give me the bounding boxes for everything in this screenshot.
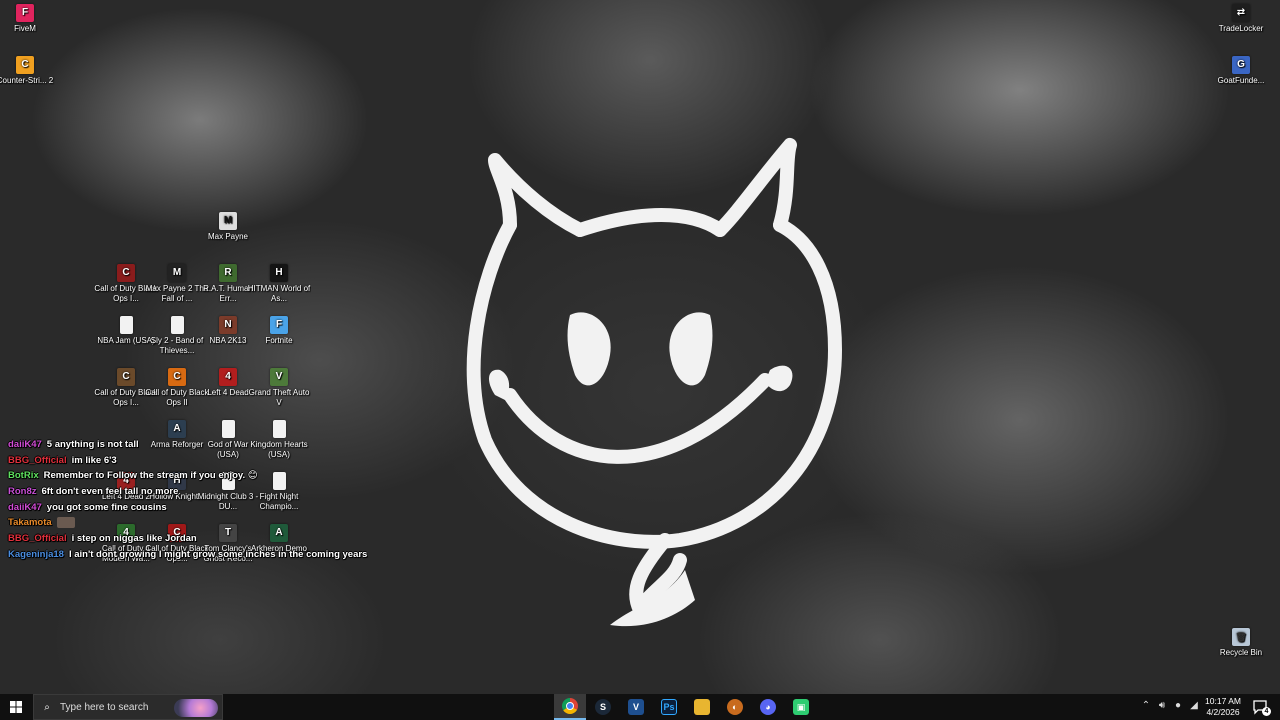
chat-username: daiiK47 xyxy=(8,501,42,513)
chat-message: daiiK47 5 anything is not tall xyxy=(8,437,367,453)
file-icon xyxy=(272,420,286,438)
taskbar-chrome[interactable] xyxy=(554,694,586,720)
desktop-icon-goatfunded[interactable]: G GoatFunde... xyxy=(1209,56,1273,86)
left-4-dead-icon: 4 xyxy=(219,368,237,386)
visual-studio-icon: V xyxy=(628,699,644,715)
chevron-up-icon[interactable]: ⌃ xyxy=(1139,700,1153,711)
icon-label: FiveM xyxy=(14,24,36,33)
chat-text: 6ft don't even feel tall no more xyxy=(41,486,179,498)
search-placeholder: Type here to search xyxy=(60,701,149,713)
recycle-bin-icon: 🗑 xyxy=(1232,628,1250,646)
clock-date: 4/2/2026 xyxy=(1206,707,1240,717)
desktop-icon-recycle-bin[interactable]: 🗑 Recycle Bin xyxy=(1209,628,1273,658)
desktop-icon-fivem[interactable]: F FiveM xyxy=(0,4,57,34)
photoshop-icon: Ps xyxy=(661,699,677,715)
windows-logo-icon xyxy=(10,701,22,713)
goatfunded-icon: G xyxy=(1232,56,1250,74)
chat-text: 5 anything is not tall xyxy=(46,439,139,450)
microphone-icon[interactable]: ● xyxy=(1171,700,1185,711)
icon-label: HITMAN World of As... xyxy=(247,284,311,303)
desktop-icon-fortnite[interactable]: F Fortnite xyxy=(247,316,311,346)
chat-text: Remember to Follow the stream if you enj… xyxy=(43,470,258,482)
search-box[interactable]: ⌕ Type here to search xyxy=(33,694,223,720)
call-of-duty-icon: C xyxy=(117,368,135,386)
fivem-icon: F xyxy=(16,4,34,22)
call-of-duty-bo2-icon: C xyxy=(168,368,186,386)
chat-message: BBG_Official im like 6'3 xyxy=(8,453,367,469)
icon-label: TradeLocker xyxy=(1218,24,1264,33)
chat-username: daiiK47 xyxy=(8,439,42,450)
desktop-icon-counter-strike-2[interactable]: C Counter-Stri... 2 xyxy=(0,56,57,86)
chrome-icon xyxy=(562,698,578,714)
chat-text: im like 6'3 xyxy=(71,454,117,466)
steam-icon: S xyxy=(595,699,611,715)
nba-2k13-icon: N xyxy=(219,316,237,334)
file-icon xyxy=(170,316,184,334)
max-payne-2-icon: M xyxy=(168,264,186,282)
tradelocker-icon: ⇄ xyxy=(1232,4,1250,22)
icon-label: Grand Theft Auto V xyxy=(248,388,310,407)
chat-username: BotRix xyxy=(8,470,39,482)
gta-v-icon: V xyxy=(270,368,288,386)
rat-icon: R xyxy=(219,264,237,282)
desktop-icon-max-payne[interactable]: M Max Payne xyxy=(196,212,260,242)
discord-icon: ◕ xyxy=(760,699,776,715)
chat-message: Kageninja18 I ain't dont growing I might … xyxy=(8,547,367,563)
desktop-icon-hitman[interactable]: H HITMAN World of As... xyxy=(247,264,311,304)
chat-text: i step on niggas like Jordan xyxy=(71,533,197,545)
icon-label: Max Payne xyxy=(207,232,249,241)
devil-smiley-wallpaper xyxy=(466,138,842,627)
taskbar: ⌕ Type here to search S V Ps ◐ ◕ ▣ ⌃ 🔊︎ … xyxy=(0,694,1280,720)
taskbar-green-app[interactable]: ▣ xyxy=(785,694,817,720)
chat-message: BotRix Remember to Follow the stream if y… xyxy=(8,468,367,484)
chat-message: daiiK47 you got some fine cousins xyxy=(8,500,367,516)
file-explorer-icon xyxy=(694,699,710,715)
chat-text: you got some fine cousins xyxy=(46,501,167,513)
max-payne-icon: M xyxy=(219,212,237,230)
taskbar-visual-studio[interactable]: V xyxy=(620,694,652,720)
clock-time: 10:17 AM xyxy=(1205,696,1241,706)
taskbar-photoshop[interactable]: Ps xyxy=(653,694,685,720)
taskbar-app[interactable]: ◐ xyxy=(719,694,751,720)
search-highlight-image xyxy=(174,699,218,717)
chat-username: BBG_Official xyxy=(8,454,67,466)
hitman-icon: H xyxy=(270,264,288,282)
stream-chat-overlay: daiiK47 5 anything is not tall BBG_Offici… xyxy=(8,437,367,563)
fortnite-icon: F xyxy=(270,316,288,334)
clock[interactable]: 10:17 AM 4/2/2026 xyxy=(1196,696,1250,718)
chat-username: BBG_Official xyxy=(8,533,67,545)
file-icon xyxy=(221,420,235,438)
chat-username: Ron8z xyxy=(8,486,37,498)
arma-reforger-icon: A xyxy=(168,420,186,438)
call-of-duty-icon: C xyxy=(117,264,135,282)
search-icon: ⌕ xyxy=(44,701,50,713)
taskbar-steam[interactable]: S xyxy=(587,694,619,720)
chat-message: Takamota xyxy=(8,515,367,531)
chat-username: Takamota xyxy=(8,517,52,529)
app-green-icon: ▣ xyxy=(793,699,809,715)
start-button[interactable] xyxy=(0,694,32,720)
desktop: F FiveM C Counter-Stri... 2 ⇄ TradeLocke… xyxy=(0,0,1280,694)
chat-message: BBG_Official i step on niggas like Jordan xyxy=(8,531,367,547)
file-icon xyxy=(119,316,133,334)
notification-badge: 4 xyxy=(1262,707,1271,716)
emote-icon xyxy=(56,517,75,529)
volume-icon[interactable]: 🔊︎ xyxy=(1155,700,1169,711)
icon-label: Counter-Stri... 2 xyxy=(0,76,54,85)
chat-text: I ain't dont growing I might grow some i… xyxy=(68,548,368,560)
counter-strike-2-icon: C xyxy=(16,56,34,74)
chat-message: Ron8z 6ft don't even feel tall no more xyxy=(8,484,367,500)
taskbar-file-explorer[interactable] xyxy=(686,694,718,720)
icon-label: Fortnite xyxy=(265,336,293,345)
desktop-icon-tradelocker[interactable]: ⇄ TradeLocker xyxy=(1209,4,1273,34)
app-icon: ◐ xyxy=(727,699,743,715)
desktop-icon-gta-v[interactable]: V Grand Theft Auto V xyxy=(247,368,311,408)
chat-username: Kageninja18 xyxy=(8,548,64,560)
taskbar-discord[interactable]: ◕ xyxy=(752,694,784,720)
icon-label: GoatFunde... xyxy=(1217,76,1265,85)
icon-label: Recycle Bin xyxy=(1219,648,1263,657)
